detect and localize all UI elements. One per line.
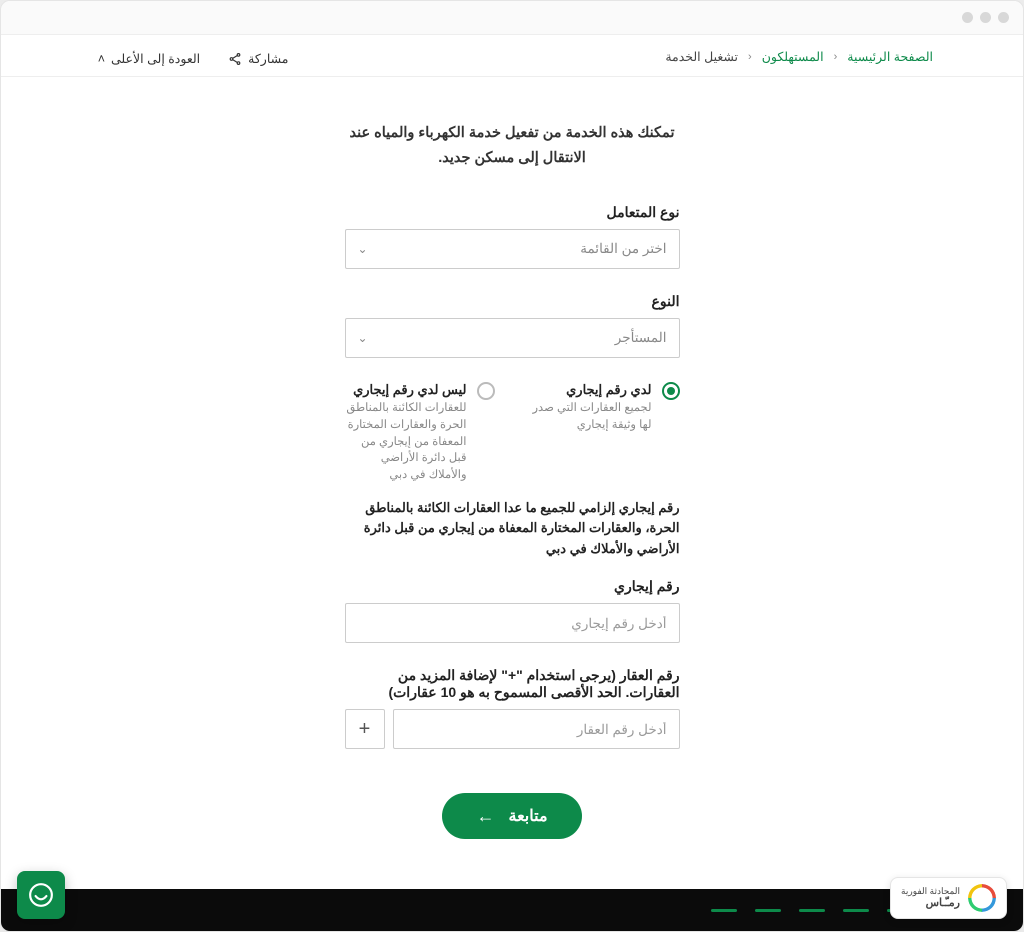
radio-has-desc: لجميع العقارات التي صدر لها وثيقة إيجاري [533, 400, 652, 433]
type-label: النوع [345, 293, 680, 310]
footer [1, 889, 1023, 931]
plus-icon: + [359, 718, 371, 741]
badge-line1: المحادثة الفورية [901, 886, 960, 896]
continue-button[interactable]: متابعة ← [442, 793, 581, 839]
type-selected: المستأجر [615, 330, 667, 346]
radio-no-label: ليس لدي رقم إيجاري [345, 382, 467, 398]
chevron-left-icon: ‹ [748, 51, 752, 63]
crumb-current: تشغيل الخدمة [665, 49, 738, 64]
footer-accent [711, 909, 737, 912]
customer-type-label: نوع المتعامل [345, 204, 680, 221]
arrow-left-icon: ← [476, 806, 494, 827]
radio-no-desc: للعقارات الكائنة بالمناطق الحرة والعقارا… [345, 400, 467, 483]
chevron-down-icon: ⌄ [358, 242, 368, 256]
chat-fab[interactable] [17, 871, 65, 919]
share-button[interactable]: مشاركة [228, 51, 288, 66]
window-dot [962, 12, 973, 23]
type-select[interactable]: المستأجر ⌄ [345, 318, 680, 358]
footer-accent [843, 909, 869, 912]
chevron-down-icon: ⌄ [358, 331, 368, 345]
crumb-home[interactable]: الصفحة الرئيسية [847, 49, 933, 64]
breadcrumb: الصفحة الرئيسية ‹ المستهلكون ‹ تشغيل الخ… [665, 49, 933, 64]
radio-has-ejari[interactable] [662, 382, 680, 400]
window-dot [998, 12, 1009, 23]
ejari-note: رقم إيجاري إلزامي للجميع ما عدا العقارات… [345, 498, 680, 560]
customer-type-placeholder: اختر من القائمة [580, 241, 666, 257]
radio-has-label: لدي رقم إيجاري [533, 382, 652, 398]
ejari-input[interactable] [345, 603, 680, 643]
back-to-top-button[interactable]: العودة إلى الأعلى ˄ [91, 51, 200, 66]
badge-line2: رمـّـاس [901, 897, 960, 910]
share-icon [228, 52, 242, 66]
chevron-left-icon: ‹ [834, 51, 838, 63]
share-label: مشاركة [248, 51, 288, 66]
ejari-label: رقم إيجاري [345, 578, 680, 595]
crumb-section[interactable]: المستهلكون [762, 49, 824, 64]
live-chat-badge[interactable]: المحادثة الفورية رمـّـاس [890, 877, 1007, 919]
property-input[interactable] [393, 709, 680, 749]
add-property-button[interactable]: + [345, 709, 385, 749]
radio-no-ejari[interactable] [477, 382, 495, 400]
smile-icon [28, 882, 54, 908]
property-label: رقم العقار (يرجى استخدام "+" لإضافة المز… [345, 667, 680, 701]
customer-type-select[interactable]: اختر من القائمة ⌄ [345, 229, 680, 269]
live-chat-ring-icon [968, 884, 996, 912]
footer-accent [755, 909, 781, 912]
continue-label: متابعة [508, 806, 547, 826]
back-to-top-label: العودة إلى الأعلى [111, 51, 200, 66]
window-dot [980, 12, 991, 23]
intro-text: تمكنك هذه الخدمة من تفعيل خدمة الكهرباء … [332, 121, 692, 170]
footer-accent [799, 909, 825, 912]
chevron-up-icon: ˄ [91, 52, 105, 66]
